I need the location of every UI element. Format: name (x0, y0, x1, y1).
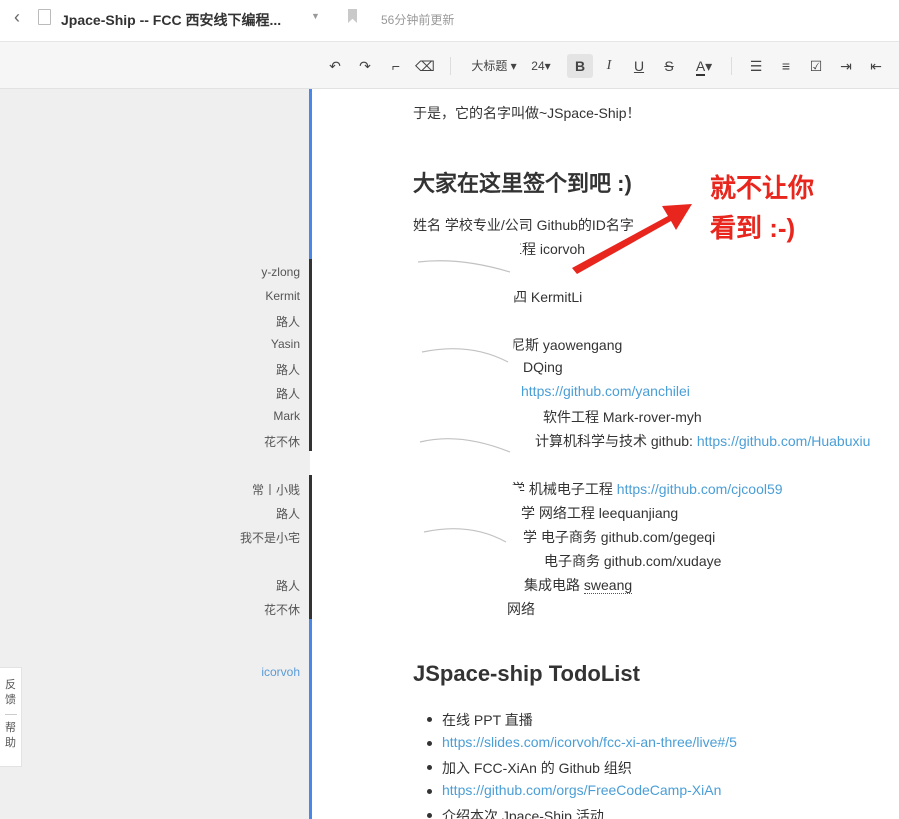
heading-todolist: JSpace-ship TodoList (413, 661, 640, 686)
author-label: 路人 (275, 579, 300, 593)
annotation-text: 就不让你 看到 :-) (710, 168, 814, 248)
back-chevron-icon[interactable]: ‹ (14, 7, 20, 28)
format-painter-icon[interactable]: ⌐ (385, 54, 407, 78)
divider (4, 714, 17, 715)
signin-row: 学 网络工程 leequanjiang (521, 505, 679, 521)
list-bullet (427, 765, 432, 770)
signin-row: 学 电子商务 github.com/gegeqi (523, 529, 716, 545)
github-link[interactable]: https://github.com/cjcool59 (617, 481, 783, 497)
redo-icon[interactable]: ↷ (354, 54, 376, 78)
font-size-value: 24 (531, 59, 545, 73)
list-item-link[interactable]: https://github.com/orgs/FreeCodeCamp-XiA… (442, 782, 721, 798)
author-label: 我不是小宅 (239, 531, 300, 545)
redaction-scribble (410, 232, 520, 612)
title-bar: ‹ Jpace-Ship -- FCC 西安线下编程... ▼ 56分钟前更新 (0, 0, 899, 42)
author-label: 路人 (275, 363, 300, 377)
divider (450, 57, 451, 75)
intro-paragraph: 于是，它的名字叫做~JSpace-Ship！ (413, 105, 641, 121)
signin-row: 计算机科学与技术 github: https://github.com/Huab… (535, 433, 871, 449)
signin-row-link[interactable]: https://github.com/yanchilei (521, 383, 690, 399)
list-item: 介绍本次 Jpace-Ship 活动 (442, 808, 604, 819)
updated-timestamp: 56分钟前更新 (381, 13, 455, 27)
list-item: 在线 PPT 直播 (442, 712, 533, 728)
list-bullet (427, 717, 432, 722)
signin-row: 学 机械电子工程 https://github.com/cjcool59 (511, 481, 783, 497)
author-label: y-zlong (261, 265, 300, 279)
formatting-toolbar: ↶ ↷ ⌐ ⌫ 大标题 ▾ 24▾ B I U S A▾ ☰ ≡ ☑ ⇥ ⇤ (0, 42, 899, 89)
italic-button[interactable]: I (598, 54, 620, 78)
text-color-button[interactable]: A▾ (690, 54, 718, 78)
list-item-link[interactable]: https://slides.com/icorvoh/fcc-xi-an-thr… (442, 734, 737, 750)
help-label[interactable]: 帮助 (0, 721, 21, 751)
author-label: icorvoh (261, 665, 300, 679)
author-label: Kermit (265, 289, 300, 303)
heading-value: 大标题 (471, 59, 508, 73)
signin-row: 电子商务 github.com/xudaye (544, 553, 722, 569)
signin-row: 四 KermitLi (513, 289, 583, 305)
signin-row: 尼斯 yaowengang (511, 337, 623, 353)
checklist-icon[interactable]: ☑ (805, 54, 827, 78)
signin-row: DQing (523, 359, 563, 375)
signin-row: 集成电路 sweang (524, 577, 633, 594)
author-gutter: y-zlong Kermit 路人 Yasin 路人 路人 Mark 花不休 常… (0, 89, 312, 819)
document-title[interactable]: Jpace-Ship -- FCC 西安线下编程... (61, 10, 281, 30)
list-item: 加入 FCC-XiAn 的 Github 组织 (442, 760, 632, 776)
bookmark-icon[interactable] (348, 9, 357, 23)
underline-button[interactable]: U (628, 54, 650, 78)
bullet-list-icon[interactable]: ≡ (775, 54, 797, 78)
author-label: 花不休 (263, 435, 300, 449)
annotation-line: 就不让你 (710, 173, 815, 203)
author-label: Yasin (270, 337, 300, 351)
list-bullet (427, 741, 432, 746)
author-bar (309, 619, 312, 819)
font-size-select[interactable]: 24▾ (528, 54, 554, 78)
author-label: Mark (273, 409, 300, 423)
feedback-label[interactable]: 反馈 (0, 678, 21, 708)
list-bullet (427, 813, 432, 818)
indent-icon[interactable]: ⇥ (835, 54, 857, 78)
signin-row: 软件工程 Mark-rover-myh (543, 409, 702, 425)
ordered-list-icon[interactable]: ☰ (745, 54, 767, 78)
annotation-line: 看到 :-) (710, 213, 796, 243)
outdent-icon[interactable]: ⇤ (865, 54, 887, 78)
github-link[interactable]: https://github.com/Huabuxiu (697, 433, 871, 449)
author-label: 花不休 (263, 603, 300, 617)
divider (731, 57, 732, 75)
author-label: 常丨小贱 (251, 483, 300, 497)
author-label: 路人 (275, 387, 300, 401)
list-bullet (427, 789, 432, 794)
feedback-help-tab[interactable]: 反馈 帮助 (0, 667, 22, 767)
title-dropdown-icon[interactable]: ▼ (311, 11, 320, 21)
document-icon (38, 9, 51, 25)
undo-icon[interactable]: ↶ (324, 54, 346, 78)
author-label: 路人 (275, 315, 300, 329)
annotation-arrow (572, 204, 692, 274)
author-label: 路人 (275, 507, 300, 521)
heading-select[interactable]: 大标题 ▾ (466, 54, 522, 78)
spellcheck-word[interactable]: sweang (583, 577, 633, 594)
strikethrough-button[interactable]: S (658, 54, 680, 78)
eraser-icon[interactable]: ⌫ (414, 54, 436, 78)
bold-button[interactable]: B (567, 54, 593, 78)
text-color-label: A (695, 58, 706, 76)
